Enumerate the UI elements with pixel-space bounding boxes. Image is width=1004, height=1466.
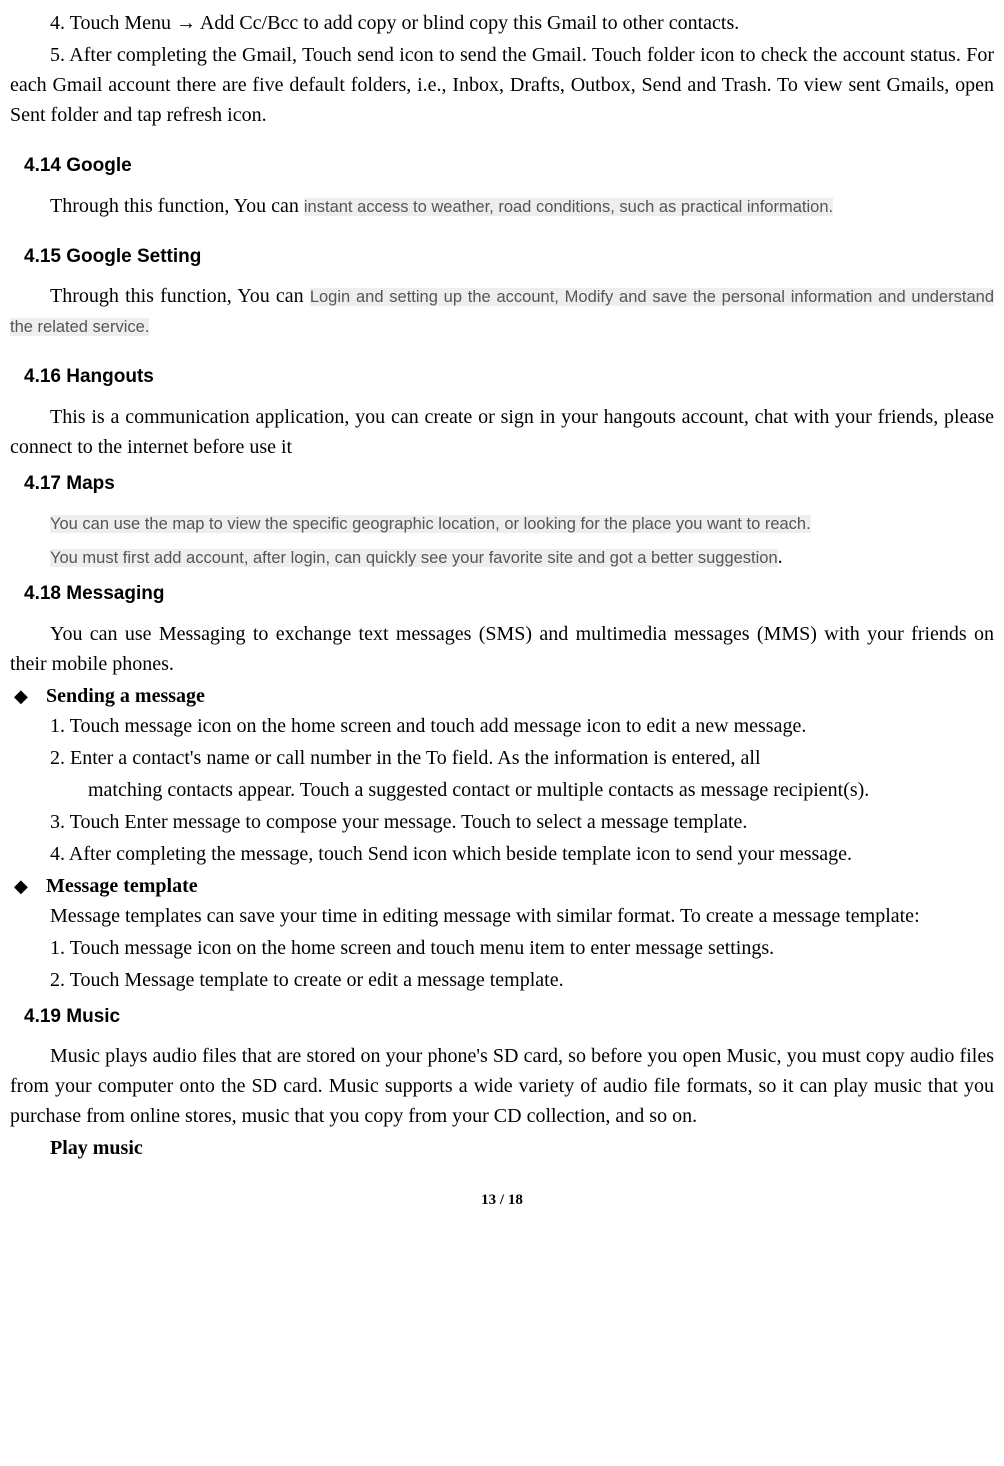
section-4-17-line2-wrap: You must first add account, after login,… xyxy=(10,542,994,572)
heading-4-14: 4.14 Google xyxy=(10,152,994,181)
section-4-14-prefix: Through this function, You can xyxy=(50,195,304,217)
section-4-17-period: . xyxy=(778,546,783,568)
bullet-message-template: ◆Message template xyxy=(10,871,994,901)
section-4-17-line2: You must first add account, after login,… xyxy=(50,549,778,567)
section-4-15-prefix: Through this function, You can xyxy=(10,285,310,307)
section-4-16-body: This is a communication application, you… xyxy=(10,402,994,462)
section-4-17-line1-wrap: You can use the map to view the specific… xyxy=(10,508,994,538)
section-4-14-highlight: instant access to weather, road conditio… xyxy=(304,198,833,216)
heading-4-19: 4.19 Music xyxy=(10,1003,994,1032)
sending-msg-item-4: 4. After completing the message, touch S… xyxy=(10,839,994,869)
section-4-15-body: Through this function, You can Login and… xyxy=(10,281,994,341)
sending-msg-item-2a: 2. Enter a contact's name or call number… xyxy=(10,743,994,773)
list-item-5: 5. After completing the Gmail, Touch sen… xyxy=(10,40,994,130)
heading-4-15: 4.15 Google Setting xyxy=(10,243,994,272)
sending-msg-item-3: 3. Touch Enter message to compose your m… xyxy=(10,807,994,837)
heading-4-18: 4.18 Messaging xyxy=(10,580,994,609)
section-4-18-intro: You can use Messaging to exchange text m… xyxy=(10,619,994,679)
diamond-icon: ◆ xyxy=(14,873,46,900)
heading-4-17: 4.17 Maps xyxy=(10,470,994,499)
bullet-sending-message: ◆Sending a message xyxy=(10,681,994,711)
sending-message-title: Sending a message xyxy=(46,685,205,707)
sending-msg-item-1: 1. Touch message icon on the home screen… xyxy=(10,711,994,741)
section-4-19-body: Music plays audio files that are stored … xyxy=(10,1041,994,1131)
diamond-icon: ◆ xyxy=(14,683,46,710)
section-4-17-line1: You can use the map to view the specific… xyxy=(50,515,811,533)
template-item-2: 2. Touch Message template to create or e… xyxy=(10,965,994,995)
play-music-subheading: Play music xyxy=(10,1133,994,1163)
section-4-14-body: Through this function, You can instant a… xyxy=(10,191,994,221)
message-template-intro: Message templates can save your time in … xyxy=(10,901,994,931)
heading-4-16: 4.16 Hangouts xyxy=(10,363,994,392)
document-page: 4. Touch Menu → Add Cc/Bcc to add copy o… xyxy=(10,0,994,1212)
template-item-1: 1. Touch message icon on the home screen… xyxy=(10,933,994,963)
page-footer: 13 / 18 xyxy=(10,1189,994,1212)
message-template-title: Message template xyxy=(46,875,198,897)
list-item-4: 4. Touch Menu → Add Cc/Bcc to add copy o… xyxy=(10,8,994,38)
sending-msg-item-2b: matching contacts appear. Touch a sugges… xyxy=(10,775,994,805)
